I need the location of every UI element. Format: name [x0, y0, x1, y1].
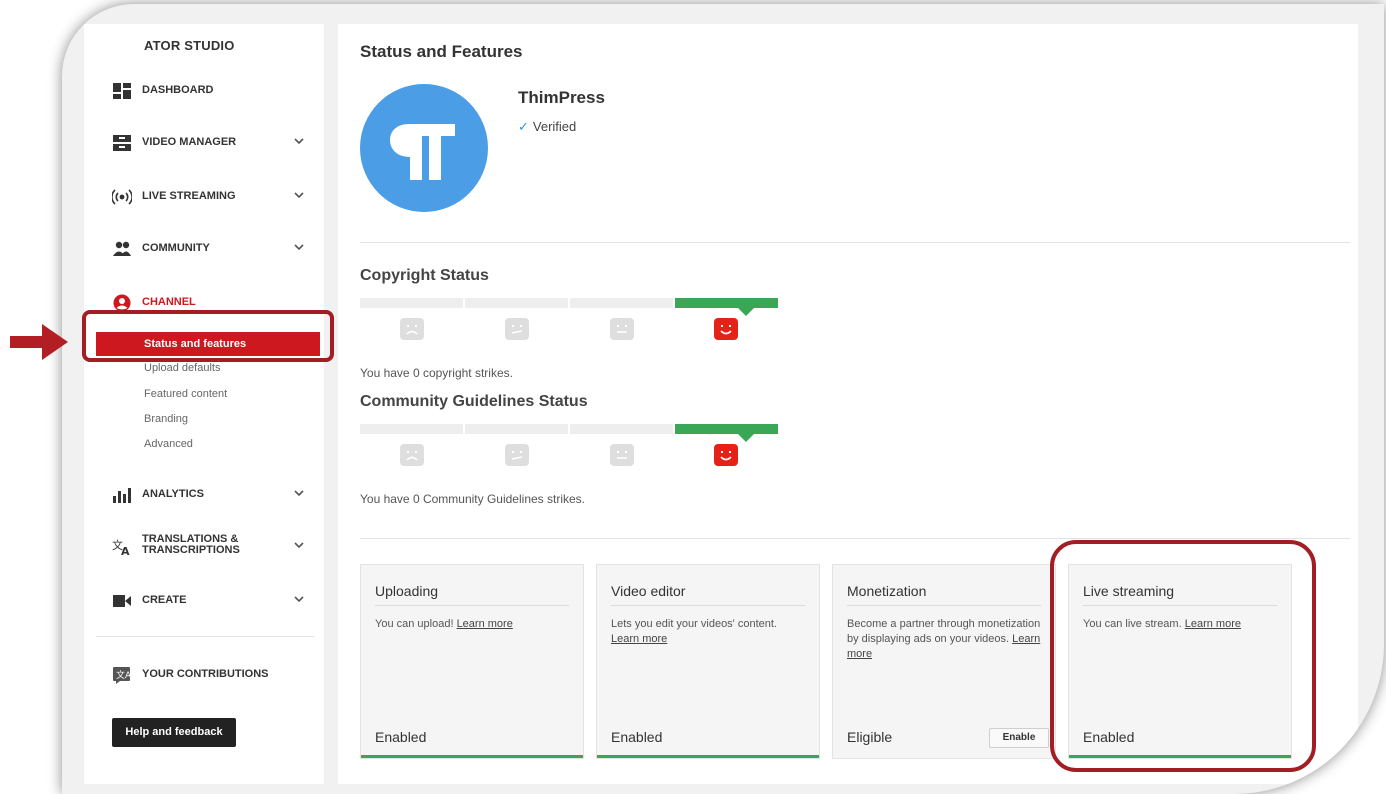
chevron-down-icon[interactable] [294, 488, 304, 498]
video-manager-icon [113, 135, 131, 151]
sidebar-item-label: YOUR CONTRIBUTIONS [142, 668, 269, 680]
status-bar [597, 755, 819, 758]
sidebar-item-create[interactable]: CREATE [84, 586, 324, 616]
copyright-status-heading: Copyright Status [360, 267, 489, 284]
sidebar: ATOR STUDIO DASHBOARD VIDEO MANAGER LIVE… [84, 24, 324, 784]
worried-face-icon [505, 318, 529, 340]
community-guidelines-heading: Community Guidelines Status [360, 393, 588, 410]
sidebar-item-label: CREATE [142, 594, 187, 606]
sad-face-icon [400, 318, 424, 340]
analytics-icon [113, 488, 131, 503]
highlight-box-status-and-features [82, 310, 334, 362]
worried-face-icon [505, 444, 529, 466]
happy-face-icon [714, 318, 738, 340]
meter-segment [570, 298, 673, 308]
sidebar-subitem-featured-content[interactable]: Featured content [144, 388, 227, 400]
help-and-feedback-button[interactable]: Help and feedback [112, 718, 236, 747]
sidebar-item-label: COMMUNITY [142, 242, 210, 254]
sidebar-divider [96, 636, 314, 637]
meter-pointer [738, 434, 754, 442]
meter-segment [570, 424, 673, 434]
section-divider [360, 242, 1350, 243]
enable-monetization-button[interactable]: Enable [989, 728, 1049, 748]
neutral-face-icon [610, 444, 634, 466]
sidebar-item-your-contributions[interactable]: 文A YOUR CONTRIBUTIONS [84, 660, 324, 690]
chevron-down-icon[interactable] [294, 540, 304, 550]
meter-pointer [738, 308, 754, 316]
meter-segment-current [675, 424, 778, 434]
svg-text:文A: 文A [116, 669, 132, 681]
highlight-box-live-streaming [1050, 540, 1316, 772]
chevron-down-icon[interactable] [294, 242, 304, 252]
card-divider [847, 605, 1041, 606]
card-title: Uploading [375, 583, 439, 599]
checkmark-icon: ✓ [518, 119, 529, 134]
sidebar-item-analytics[interactable]: ANALYTICS [84, 480, 324, 510]
card-title: Video editor [611, 583, 686, 599]
sidebar-item-video-manager[interactable]: VIDEO MANAGER [84, 128, 324, 158]
meter-segment [465, 298, 568, 308]
sidebar-item-community[interactable]: COMMUNITY [84, 234, 324, 264]
channel-name: ThimPress [518, 88, 605, 107]
sidebar-item-label: CHANNEL [142, 296, 196, 308]
section-divider [360, 538, 1350, 539]
sad-face-icon [400, 444, 424, 466]
card-description-text: You can upload! [375, 618, 454, 630]
sidebar-item-translations[interactable]: 文A TRANSLATIONS & TRANSCRIPTIONS [84, 532, 324, 562]
chevron-down-icon[interactable] [294, 594, 304, 604]
sidebar-subitem-branding[interactable]: Branding [144, 413, 188, 425]
sidebar-item-live-streaming[interactable]: LIVE STREAMING [84, 182, 324, 212]
verified-badge: ✓ Verified [518, 119, 576, 135]
chevron-down-icon[interactable] [294, 190, 304, 200]
thimpress-logo [390, 124, 455, 180]
card-status: Enabled [375, 729, 427, 745]
sidebar-item-label: LIVE STREAMING [142, 190, 236, 202]
learn-more-link[interactable]: Learn more [611, 633, 667, 645]
verified-label: Verified [532, 119, 577, 134]
sidebar-item-label: ANALYTICS [142, 488, 204, 500]
sidebar-title: ATOR STUDIO [144, 38, 235, 53]
feature-card-video-editor: Video editor Lets you edit your videos' … [596, 564, 820, 759]
sidebar-subitem-advanced[interactable]: Advanced [144, 438, 193, 450]
copyright-strike-meter [360, 298, 780, 356]
card-divider [611, 605, 805, 606]
sidebar-item-dashboard[interactable]: DASHBOARD [84, 76, 324, 106]
live-streaming-icon [112, 189, 132, 205]
sidebar-item-label: VIDEO MANAGER [142, 136, 237, 148]
feature-card-uploading: Uploading You can upload! Learn more Ena… [360, 564, 584, 759]
neutral-face-icon [610, 318, 634, 340]
community-strikes-text: You have 0 Community Guidelines strikes. [360, 492, 585, 506]
contributions-icon: 文A [113, 667, 132, 684]
meter-segment-current [675, 298, 778, 308]
svg-text:A: A [121, 545, 130, 556]
video-camera-icon [113, 595, 131, 607]
page-title: Status and Features [360, 42, 523, 61]
community-icon [113, 241, 131, 256]
sidebar-subitem-upload-defaults[interactable]: Upload defaults [144, 362, 220, 374]
sidebar-item-label: DASHBOARD [142, 84, 214, 96]
community-strike-meter [360, 424, 780, 482]
chevron-down-icon[interactable] [294, 136, 304, 146]
card-status: Eligible [847, 729, 893, 745]
meter-segment [360, 298, 463, 308]
copyright-strikes-text: You have 0 copyright strikes. [360, 366, 513, 380]
card-description: Lets you edit your videos' content. Learn… [611, 617, 805, 647]
happy-face-icon [714, 444, 738, 466]
translate-icon: 文A [112, 538, 130, 556]
sidebar-item-label: TRANSLATIONS & TRANSCRIPTIONS [142, 533, 240, 556]
card-description-text: Lets you edit your videos' content. [611, 618, 777, 630]
meter-segment [360, 424, 463, 434]
dashboard-icon [113, 83, 131, 99]
card-description: You can upload! Learn more [375, 617, 569, 632]
card-title: Monetization [847, 583, 927, 599]
card-status: Enabled [611, 729, 663, 745]
card-description: Become a partner through monetization by… [847, 617, 1041, 662]
learn-more-link[interactable]: Learn more [457, 618, 513, 630]
channel-avatar [360, 84, 488, 212]
meter-segment [465, 424, 568, 434]
feature-card-monetization: Monetization Become a partner through mo… [832, 564, 1056, 759]
card-divider [375, 605, 569, 606]
arrow-pointer-icon [10, 324, 68, 360]
status-bar [361, 755, 583, 758]
